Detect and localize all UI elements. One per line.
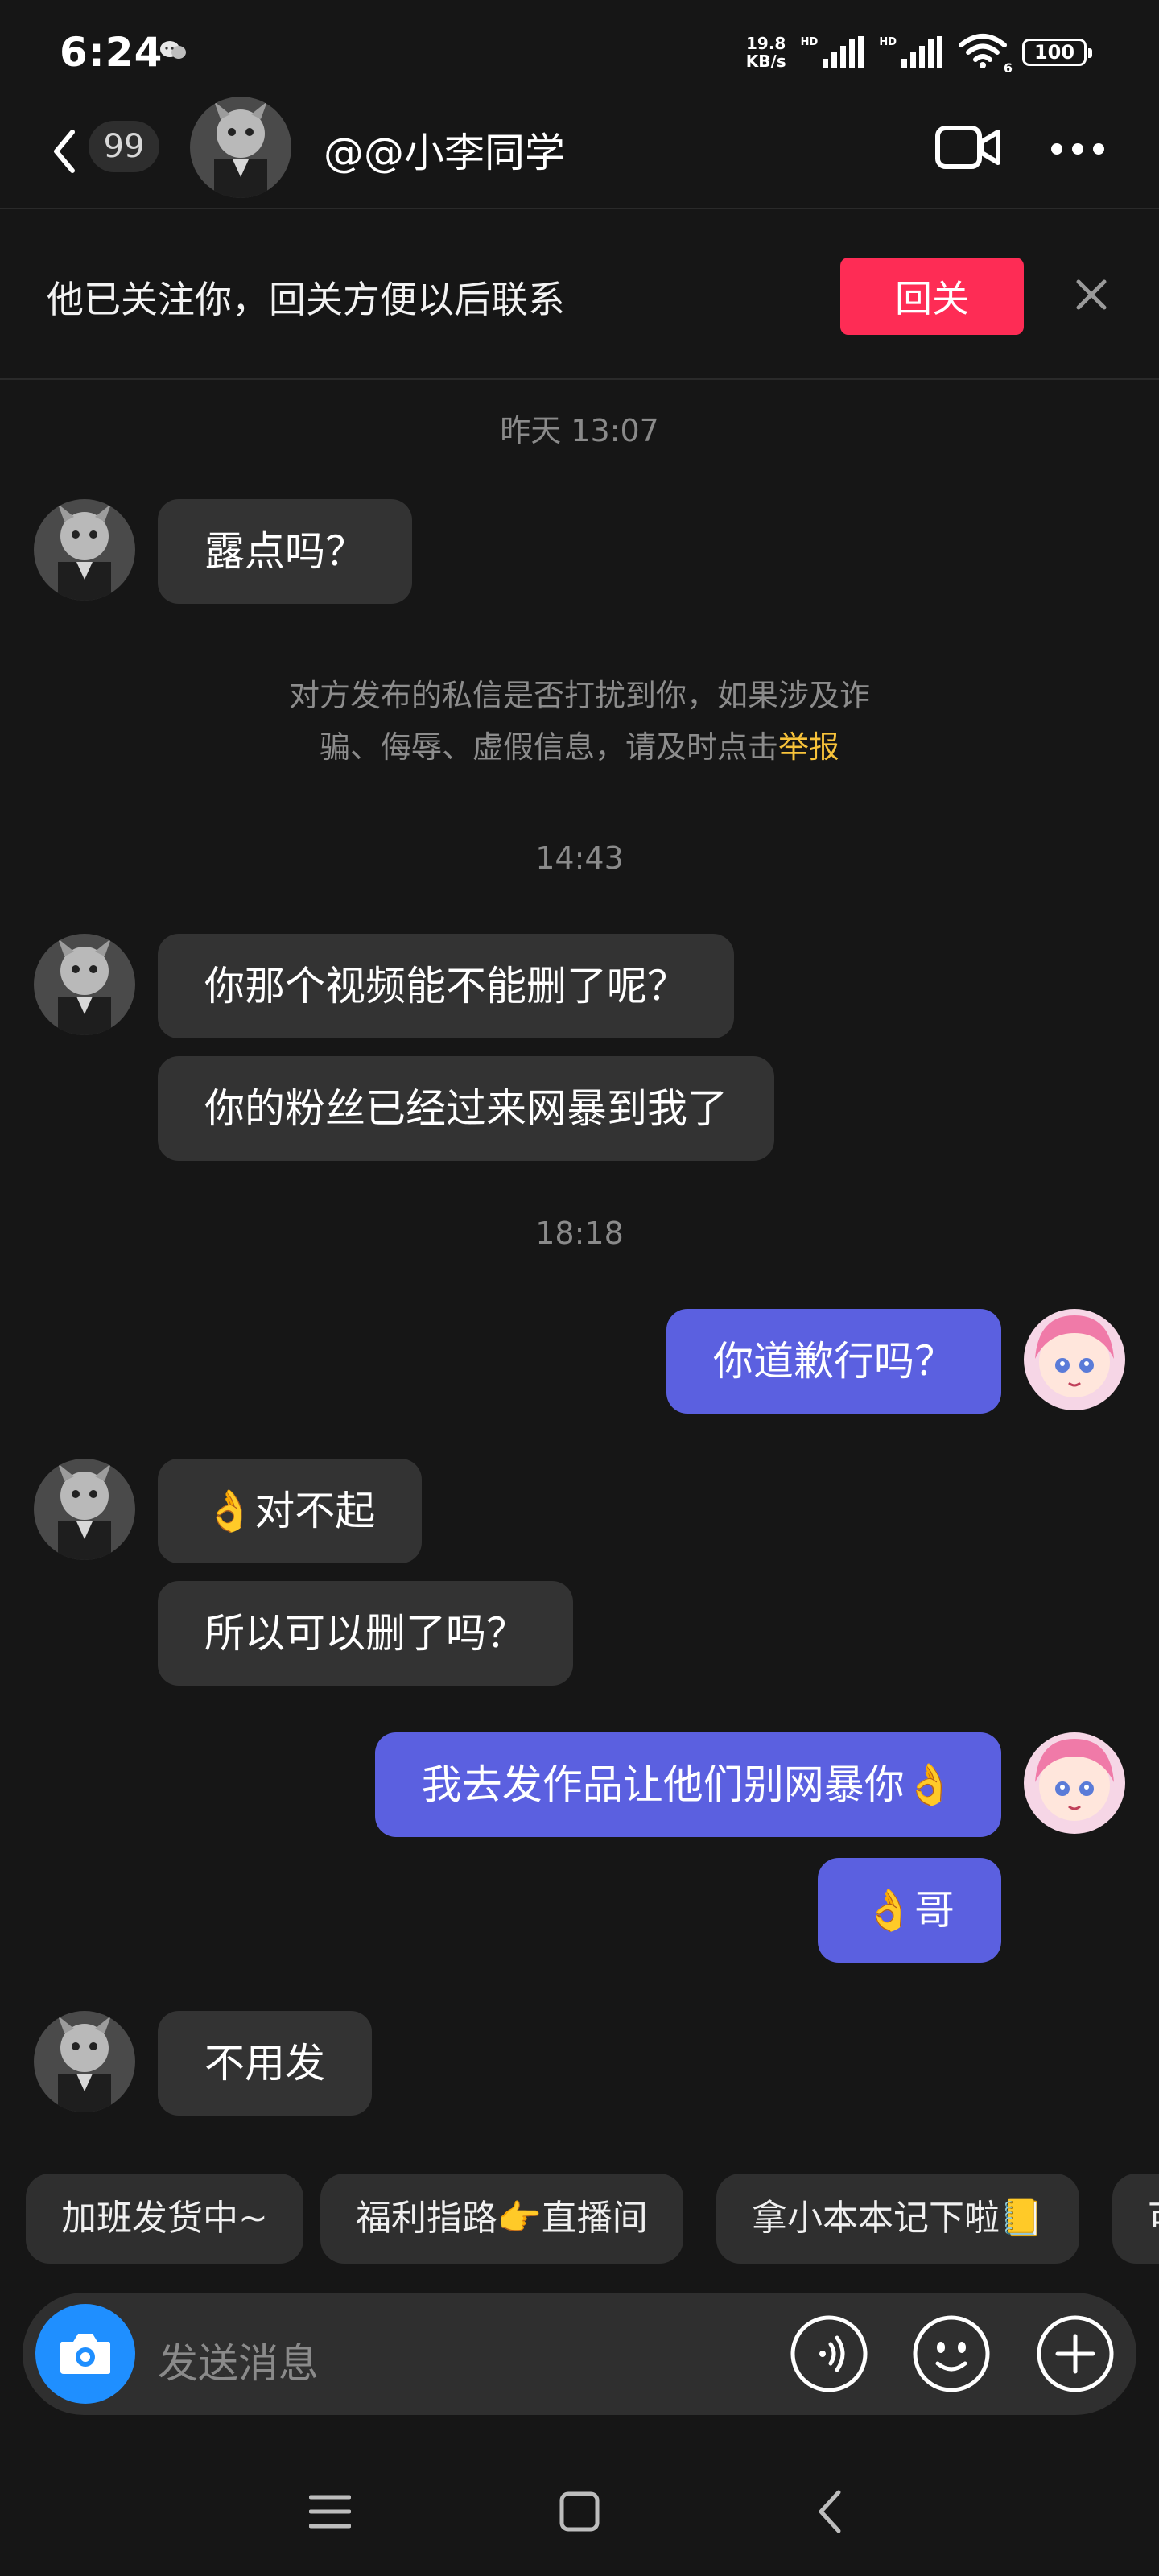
message-bubble-incoming[interactable]: 👌对不起 (158, 1459, 423, 1563)
nav-home-icon[interactable] (559, 2491, 600, 2536)
status-bar: 6:24 19.8 KB/s HD HD 6 100 (0, 0, 1159, 97)
timestamp: 14:43 (535, 840, 624, 876)
message-bubble-outgoing[interactable]: 我去发作品让他们别网暴你👌 (374, 1732, 1001, 1837)
safety-notice: 对方发布的私信是否打扰到你，如果涉及诈 骗、侮辱、虚假信息，请及时点击举报 (288, 678, 870, 765)
unread-count-badge[interactable]: 99 (89, 121, 159, 172)
message-bubble-incoming[interactable]: 不用发 (158, 2011, 372, 2116)
nav-menu-icon[interactable] (308, 2492, 352, 2534)
chat-notification-icon (159, 40, 187, 63)
system-nav-bar (0, 2447, 1159, 2576)
voice-icon[interactable] (789, 2314, 869, 2394)
my-avatar[interactable] (1024, 1309, 1125, 1410)
contact-name[interactable]: @@小李同学 (324, 121, 565, 179)
timestamp: 昨天 13:07 (500, 413, 659, 448)
emoji-icon[interactable] (911, 2314, 992, 2394)
signal-icon: HD (801, 36, 865, 68)
contact-avatar-small[interactable] (34, 934, 135, 1035)
message-bubble-incoming[interactable]: 你的粉丝已经过来网暴到我了 (158, 1056, 774, 1161)
chat-header: 99 @@小李同学 (0, 97, 1159, 209)
status-indicators: 19.8 KB/s HD HD 6 100 (745, 32, 1092, 76)
follow-back-button[interactable]: 回关 (840, 258, 1024, 335)
camera-icon[interactable] (35, 2304, 135, 2404)
quick-reply-chip[interactable]: 加班发货中~ (26, 2174, 303, 2264)
status-time: 6:24 (60, 29, 163, 76)
timestamp: 18:18 (535, 1216, 624, 1251)
back-icon[interactable] (48, 126, 80, 180)
quick-reply-chip[interactable]: 福利指路👉直播间 (320, 2174, 683, 2264)
quick-reply-chip[interactable]: 可 (1112, 2174, 1159, 2264)
more-icon[interactable] (1051, 143, 1104, 155)
nav-back-icon[interactable] (815, 2487, 847, 2539)
follow-back-text: 他已关注你，回关方便以后联系 (47, 278, 565, 321)
report-link[interactable]: 举报 (778, 729, 839, 765)
net-speed: 19.8 KB/s (745, 34, 786, 71)
contact-avatar-small[interactable] (34, 2011, 135, 2112)
plus-icon[interactable] (1035, 2314, 1116, 2394)
message-input-bar: 发送消息 (23, 2293, 1136, 2415)
contact-avatar[interactable] (190, 97, 291, 198)
contact-avatar-small[interactable] (34, 1459, 135, 1560)
signal-icon-2: HD (879, 36, 943, 68)
message-input[interactable]: 发送消息 (158, 2331, 319, 2389)
follow-back-banner: 他已关注你，回关方便以后联系 回关 (0, 211, 1159, 380)
wifi-icon: 6 (958, 32, 1013, 76)
quick-reply-row[interactable]: 加班发货中~ 福利指路👉直播间 拿小本本记下啦📒 可 (26, 2174, 1159, 2264)
message-bubble-incoming[interactable]: 所以可以删了吗？ (158, 1581, 573, 1686)
quick-reply-chip[interactable]: 拿小本本记下啦📒 (716, 2174, 1079, 2264)
battery-indicator: 100 (1022, 39, 1092, 66)
close-icon[interactable] (1074, 277, 1109, 316)
message-bubble-incoming[interactable]: 露点吗？ (158, 499, 412, 604)
message-bubble-outgoing[interactable]: 👌哥 (817, 1858, 1001, 1963)
message-bubble-incoming[interactable]: 你那个视频能不能删了呢？ (158, 934, 734, 1038)
video-call-icon[interactable] (935, 124, 1001, 174)
message-bubble-outgoing[interactable]: 你道歉行吗？ (666, 1309, 1001, 1414)
contact-avatar-small[interactable] (34, 499, 135, 601)
my-avatar[interactable] (1024, 1732, 1125, 1834)
